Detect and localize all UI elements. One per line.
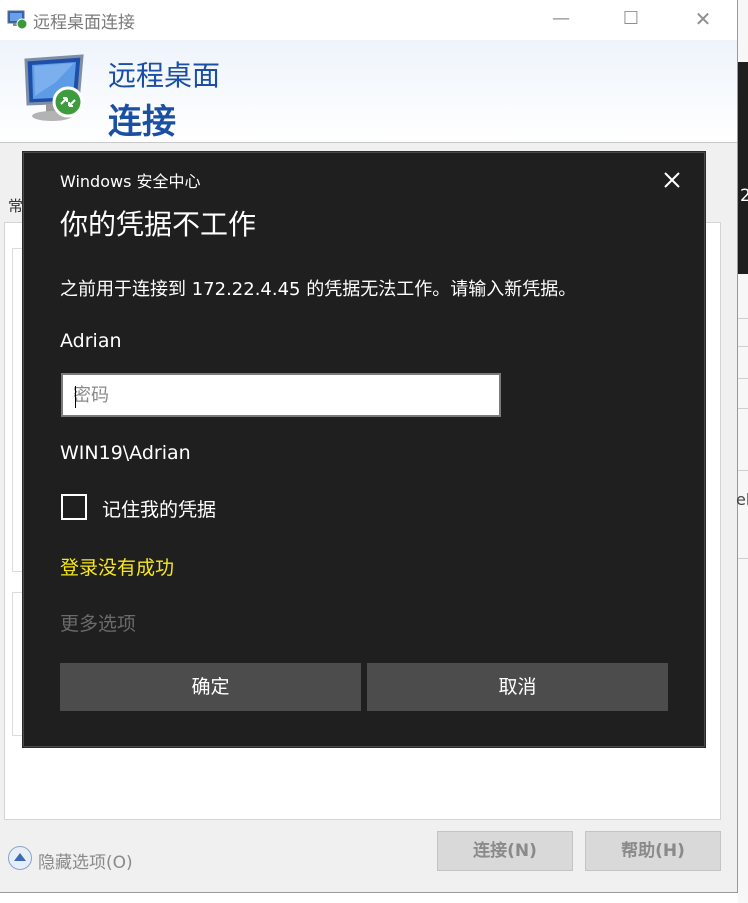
title-bar[interactable]: 远程桌面连接 — ☐ ✕ [0,0,737,40]
remember-label[interactable]: 记住我的凭据 [102,495,216,522]
cancel-button[interactable]: 取消 [367,663,668,711]
hide-options-label[interactable]: 隐藏选项(O) [38,848,133,873]
edge-digit: 2 [740,186,748,206]
error-message: 登录没有成功 [60,557,175,579]
divider [738,408,748,409]
password-input[interactable] [73,377,493,413]
username-label: Adrian [60,330,122,352]
password-field[interactable] [61,373,501,417]
banner-title-line2: 连接 [108,102,176,142]
minimize-icon[interactable]: — [546,6,576,32]
background-window-edge: 2 eb [736,0,748,903]
monitor-icon [24,54,84,121]
edge-text-fragment: eb [736,490,748,509]
help-button[interactable]: 帮助(H) [585,831,721,871]
remember-checkbox[interactable] [61,494,87,520]
divider [738,470,748,471]
divider [738,558,748,559]
header-banner: 远程桌面 连接 [0,40,737,143]
close-icon[interactable]: ✕ [688,6,718,32]
dialog-title: Windows 安全中心 [60,172,201,191]
maximize-icon[interactable]: ☐ [616,6,646,32]
collapse-arrow-icon[interactable] [8,846,32,870]
connect-button[interactable]: 连接(N) [437,831,573,871]
divider [738,378,748,379]
banner-title-line1: 远程桌面 [108,59,221,92]
dialog-message: 之前用于连接到 172.22.4.45 的凭据无法工作。请输入新凭据。 [60,279,577,300]
tab-general[interactable]: 常 [8,195,23,216]
credential-dialog: Windows 安全中心 你的凭据不工作 之前用于连接到 172.22.4.45… [23,152,705,747]
remote-desktop-icon [7,10,28,30]
text-caret [75,386,76,408]
window-title: 远程桌面连接 [33,13,135,33]
more-options-link[interactable]: 更多选项 [60,609,136,636]
divider [738,318,748,319]
dialog-heading: 你的凭据不工作 [60,208,257,241]
divider [738,346,748,347]
domain-user-label: WIN19\Adrian [60,442,191,464]
dark-panel [738,62,748,274]
close-icon[interactable] [657,165,687,195]
ok-button[interactable]: 确定 [60,663,361,711]
